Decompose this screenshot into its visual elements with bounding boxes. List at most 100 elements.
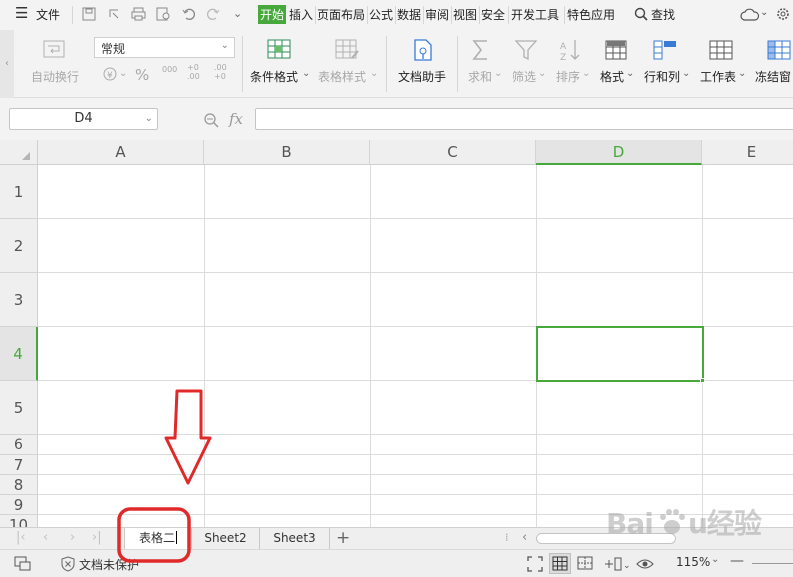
row-header-4[interactable]: 4 (0, 327, 38, 381)
worksheet-icon[interactable] (708, 38, 734, 62)
chevron-down-icon[interactable]: ⌄ (626, 68, 634, 79)
column-header-b[interactable]: B (204, 140, 370, 165)
tab-page-layout[interactable]: 页面布局 (317, 6, 365, 23)
undo-format-icon[interactable] (107, 7, 121, 21)
last-sheet-icon[interactable]: ›| (92, 530, 102, 545)
tab-security[interactable]: 安全 (481, 6, 505, 23)
page-view-icon[interactable] (14, 556, 32, 572)
tab-data[interactable]: 数据 (397, 6, 421, 23)
currency-icon[interactable]: ¥ (102, 66, 118, 82)
row-header-1[interactable]: 1 (0, 165, 38, 219)
normal-view-button[interactable] (549, 553, 571, 574)
thousands-separator-button[interactable]: 000 (162, 65, 177, 74)
rows-columns-icon[interactable] (652, 38, 678, 62)
increase-decimal-button[interactable]: +0 .00 (187, 63, 203, 81)
doc-helper-icon[interactable] (411, 38, 435, 64)
decrease-decimal-button[interactable]: .00 +0 (214, 63, 230, 81)
chevron-down-icon[interactable]: ⌄ (370, 68, 378, 79)
tab-formulas[interactable]: 公式 (369, 6, 393, 23)
search-button[interactable]: 查找 (651, 6, 675, 23)
chevron-down-icon[interactable]: ⌄ (760, 7, 768, 18)
search-icon[interactable] (634, 7, 648, 21)
sort-icon[interactable]: AZ (558, 38, 584, 62)
chevron-down-icon[interactable]: ⌄ (119, 68, 127, 79)
settings-icon[interactable] (775, 6, 791, 22)
spreadsheet-grid[interactable]: ABCDE 1 2 3 4 5 6 7 8 9 10 (0, 140, 793, 527)
chevron-down-icon[interactable]: ⌄ (494, 68, 502, 79)
chevron-down-icon[interactable]: ⌄ (302, 68, 310, 79)
chevron-down-icon[interactable]: ⌄ (582, 68, 590, 79)
zoom-level[interactable]: 115% (676, 555, 710, 569)
print-icon[interactable] (131, 7, 146, 21)
cloud-sync-icon[interactable] (740, 8, 760, 22)
row-header-10[interactable]: 10 (0, 515, 38, 527)
chevron-down-icon[interactable]: ⌄ (538, 68, 546, 79)
next-sheet-icon[interactable]: › (70, 530, 75, 545)
chevron-down-icon[interactable]: ⌄ (711, 554, 719, 565)
page-break-view-icon[interactable] (577, 556, 595, 572)
redo-icon[interactable] (206, 7, 220, 21)
file-menu[interactable]: 文件 (36, 6, 60, 23)
rows-columns-button[interactable]: 行和列 (644, 68, 680, 85)
zoom-formula-icon[interactable] (203, 112, 221, 128)
sheet-tab-2[interactable]: Sheet2 (192, 528, 260, 549)
sheet-tab-3[interactable]: Sheet3 (260, 528, 330, 549)
table-style-button[interactable]: 表格样式 (318, 68, 366, 85)
column-header-e[interactable]: E (702, 140, 793, 165)
format-icon[interactable] (604, 38, 628, 62)
filter-icon[interactable] (514, 38, 538, 62)
row-header-8[interactable]: 8 (0, 475, 38, 495)
protection-status[interactable]: 文档未保护 (79, 556, 139, 573)
reading-mode-icon[interactable]: ⌄ (604, 556, 630, 572)
column-header-a[interactable]: A (38, 140, 204, 165)
tab-home[interactable]: 开始 (258, 5, 287, 24)
row-header-2[interactable]: 2 (0, 219, 38, 273)
eye-protection-icon[interactable] (636, 557, 654, 571)
wrap-text-icon[interactable] (42, 39, 68, 61)
sort-button[interactable]: 排序 (556, 68, 580, 85)
column-header-d[interactable]: D (536, 140, 702, 165)
row-header-9[interactable]: 9 (0, 495, 38, 515)
print-preview-icon[interactable] (156, 7, 171, 21)
row-header-5[interactable]: 5 (0, 381, 38, 435)
number-format-select[interactable]: 常规 ⌄ (94, 37, 235, 58)
wrap-text-button[interactable]: 自动换行 (31, 68, 79, 85)
conditional-format-button[interactable]: 条件格式 (250, 68, 298, 85)
chevron-down-icon[interactable]: ⌄ (682, 68, 690, 79)
doc-helper-button[interactable]: 文档助手 (398, 68, 446, 85)
select-all-corner[interactable] (0, 140, 38, 165)
tab-developer[interactable]: 开发工具 (511, 6, 559, 23)
ribbon-scroll-left-icon[interactable]: ‹ (0, 30, 14, 98)
selected-cell-d4[interactable] (536, 326, 704, 382)
format-button[interactable]: 格式 (600, 68, 624, 85)
tab-splitter-icon[interactable]: ⁞ (505, 531, 509, 544)
sum-icon[interactable] (470, 38, 492, 62)
percent-button[interactable]: % (135, 66, 149, 84)
hamburger-icon[interactable]: ☰ (15, 6, 28, 21)
scroll-left-icon[interactable]: ‹ (522, 530, 527, 545)
row-header-7[interactable]: 7 (0, 455, 38, 475)
sum-button[interactable]: 求和 (468, 68, 492, 85)
row-header-3[interactable]: 3 (0, 273, 38, 327)
filter-button[interactable]: 筛选 (512, 68, 536, 85)
first-sheet-icon[interactable]: |‹ (16, 530, 26, 545)
tab-review[interactable]: 审阅 (425, 6, 449, 23)
name-box[interactable]: D4 ⌄ (9, 108, 158, 130)
fullscreen-icon[interactable] (527, 556, 543, 572)
table-style-icon[interactable] (334, 38, 360, 62)
freeze-panes-button[interactable]: 冻结窗 (755, 68, 791, 85)
undo-icon[interactable] (182, 7, 196, 21)
prev-sheet-icon[interactable]: ‹ (43, 530, 48, 545)
save-icon[interactable] (82, 7, 96, 21)
add-sheet-button[interactable]: + (336, 528, 350, 548)
conditional-format-icon[interactable] (266, 38, 292, 62)
zoom-slider[interactable] (752, 563, 793, 564)
column-header-c[interactable]: C (370, 140, 536, 165)
tab-view[interactable]: 视图 (453, 6, 477, 23)
freeze-panes-icon[interactable] (766, 38, 792, 62)
formula-input[interactable] (255, 108, 793, 130)
chevron-down-icon[interactable]: ⌄ (738, 68, 746, 79)
fill-handle[interactable] (700, 378, 705, 383)
row-header-6[interactable]: 6 (0, 435, 38, 455)
sheet-tab-1[interactable]: 表格二 (124, 528, 192, 549)
